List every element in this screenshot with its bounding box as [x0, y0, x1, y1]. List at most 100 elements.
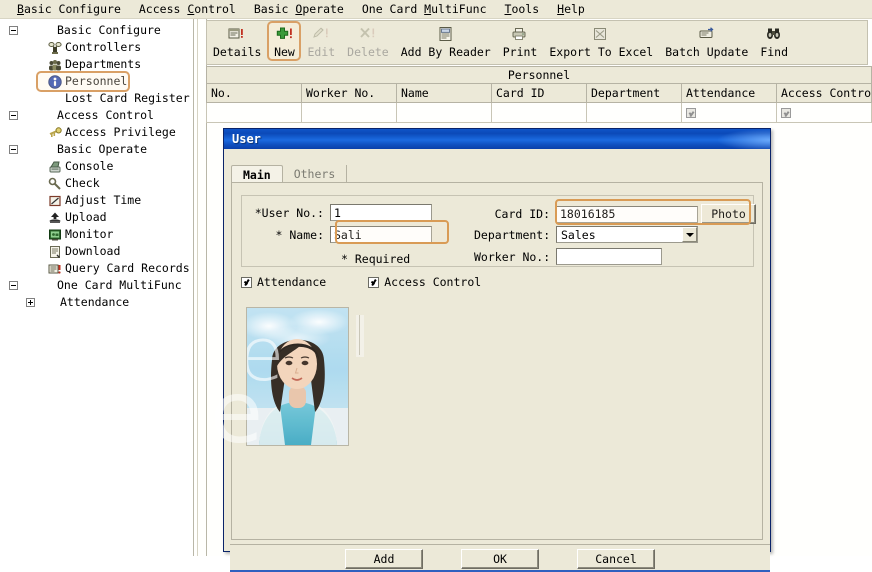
dialog-checkbox-row[interactable]: AttendanceAccess Control: [241, 275, 523, 289]
menu-item-tools[interactable]: Tools: [496, 1, 549, 17]
personnel-grid[interactable]: Personnel No.Worker No.NameCard IDDepart…: [206, 66, 872, 123]
field-name: * Name:: [254, 226, 432, 243]
dialog-title-bar[interactable]: User: [224, 129, 770, 149]
tree-no-icon: [40, 279, 54, 293]
navigation-tree-panel[interactable]: Basic ConfigureControllersDepartmentsPer…: [0, 19, 193, 556]
splitter-grip[interactable]: [197, 19, 202, 556]
details-icon: [226, 25, 248, 43]
grid-cell-access-control[interactable]: [777, 103, 872, 123]
ok-button[interactable]: OK: [461, 549, 539, 569]
checkmark-icon[interactable]: [781, 108, 791, 118]
photo-button[interactable]: Photo: [701, 204, 756, 224]
checkmark-icon[interactable]: [686, 108, 696, 118]
tab-others[interactable]: Others: [283, 165, 348, 183]
field-worker-no: Worker No.:: [474, 248, 662, 265]
tree-item-download[interactable]: Download: [0, 243, 193, 260]
navigation-tree[interactable]: Basic ConfigureControllersDepartmentsPer…: [0, 19, 193, 311]
grid-title-row: Personnel: [207, 67, 872, 84]
panel-splitter[interactable]: [193, 19, 207, 556]
department-label: Department:: [474, 228, 550, 242]
plus-icon: [273, 25, 295, 43]
tree-item-label: One Card MultiFunc: [57, 277, 182, 294]
tree-item-personnel[interactable]: Personnel: [0, 73, 193, 90]
grid-column-header[interactable]: Access Control: [777, 84, 872, 103]
chevron-down-icon[interactable]: [682, 227, 697, 242]
toolbar-button-batch-update[interactable]: Batch Update: [659, 21, 754, 61]
tree-item-access-control[interactable]: Access Control: [0, 107, 193, 124]
tree-item-adjust-time[interactable]: Adjust Time: [0, 192, 193, 209]
grid-cell-no[interactable]: [207, 103, 302, 123]
grid-cell-worker-no[interactable]: [302, 103, 397, 123]
toolbar-button-export-to-excel[interactable]: Export To Excel: [543, 21, 659, 61]
expand-icon[interactable]: [26, 298, 35, 307]
toolbar-button-new[interactable]: New: [267, 21, 301, 61]
card-id-input[interactable]: [556, 206, 698, 223]
pencil-icon: [310, 25, 332, 43]
tree-item-controllers[interactable]: Controllers: [0, 39, 193, 56]
tree-item-lost-card-register[interactable]: Lost Card Register: [0, 90, 193, 107]
grid-body[interactable]: [207, 103, 872, 123]
worker-no-label: Worker No.:: [474, 250, 550, 264]
photo-area: e: [238, 297, 754, 509]
menu-item-one-card-multifunc[interactable]: One Card MultiFunc: [353, 1, 496, 17]
collapse-icon[interactable]: [9, 26, 18, 35]
add-button[interactable]: Add: [345, 549, 423, 569]
toolbar-button-print[interactable]: Print: [497, 21, 544, 61]
grid-cell-card-id[interactable]: [492, 103, 587, 123]
personnel-icon: [48, 75, 62, 89]
tree-item-console[interactable]: Console: [0, 158, 193, 175]
toolbar-button-label: Add By Reader: [401, 45, 491, 59]
table-row[interactable]: [207, 103, 872, 123]
checkbox-label-attendance: Attendance: [257, 275, 326, 289]
toolbar-button-edit: Edit: [301, 21, 341, 61]
grid-column-header[interactable]: Name: [397, 84, 492, 103]
tree-item-access-privilege[interactable]: Access Privilege: [0, 124, 193, 141]
grid-cell-department[interactable]: [587, 103, 682, 123]
checkbox-access-control[interactable]: [368, 277, 379, 288]
toolbar-button-details[interactable]: Details: [207, 21, 267, 61]
tree-item-departments[interactable]: Departments: [0, 56, 193, 73]
grid-column-header[interactable]: Worker No.: [302, 84, 397, 103]
tab-main[interactable]: Main: [231, 165, 283, 183]
collapse-icon[interactable]: [9, 281, 18, 290]
tree-item-upload[interactable]: Upload: [0, 209, 193, 226]
grid-column-header[interactable]: Department: [587, 84, 682, 103]
x-icon: [357, 25, 379, 43]
tree-item-basic-operate[interactable]: Basic Operate: [0, 141, 193, 158]
tree-item-monitor[interactable]: Monitor: [0, 226, 193, 243]
dialog-title: User: [232, 132, 261, 146]
toolbar-button-find[interactable]: Find: [754, 21, 794, 61]
tree-item-label: Controllers: [65, 39, 141, 56]
grid-cell-name[interactable]: [397, 103, 492, 123]
user-photo[interactable]: e: [246, 307, 349, 446]
toolbar-button-add-by-reader[interactable]: Add By Reader: [395, 21, 497, 61]
department-value: Sales: [557, 228, 682, 242]
menu-item-access-control[interactable]: Access Control: [130, 1, 245, 17]
tree-item-query-card-records[interactable]: Query Card Records: [0, 260, 193, 277]
user-no-input[interactable]: [330, 204, 432, 221]
batch-icon: [696, 25, 718, 43]
cancel-button[interactable]: Cancel: [577, 549, 655, 569]
collapse-icon[interactable]: [9, 111, 18, 120]
grid-column-header[interactable]: Attendance: [682, 84, 777, 103]
tree-item-one-card-multifunc[interactable]: One Card MultiFunc: [0, 277, 193, 294]
grid-column-header[interactable]: Card ID: [492, 84, 587, 103]
tree-no-icon: [40, 109, 54, 123]
controllers-icon: [48, 41, 62, 55]
grid-column-header[interactable]: No.: [207, 84, 302, 103]
menu-item-basic-configure[interactable]: Basic Configure: [8, 1, 130, 17]
tree-item-basic-configure[interactable]: Basic Configure: [0, 22, 193, 39]
department-select[interactable]: Sales: [556, 226, 698, 243]
collapse-icon[interactable]: [9, 145, 18, 154]
name-input[interactable]: [330, 226, 432, 243]
menu-item-basic-operate[interactable]: Basic Operate: [245, 1, 353, 17]
worker-no-input[interactable]: [556, 248, 662, 265]
tree-item-attendance[interactable]: Attendance: [0, 294, 193, 311]
tree-item-check[interactable]: Check: [0, 175, 193, 192]
menu-item-help[interactable]: Help: [548, 1, 594, 17]
tree-item-label: Attendance: [60, 294, 129, 311]
user-field-group: *User No.: * Name: * Required Card ID: P…: [241, 195, 754, 267]
dialog-tab-strip[interactable]: MainOthers: [231, 163, 347, 183]
checkbox-attendance[interactable]: [241, 277, 252, 288]
grid-cell-attendance[interactable]: [682, 103, 777, 123]
